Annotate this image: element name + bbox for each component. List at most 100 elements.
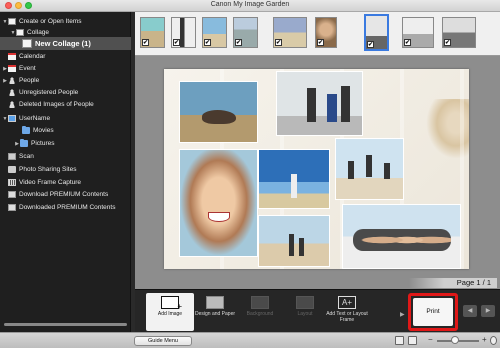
film-icon: [8, 179, 16, 186]
thumbnail[interactable]: ✔: [442, 17, 476, 48]
unregistered-people-icon: [8, 89, 16, 96]
window-title: Canon My Image Garden: [210, 1, 290, 8]
print-button[interactable]: Print: [413, 298, 453, 326]
photo-frame-seal[interactable]: [179, 81, 258, 143]
add-image-button[interactable]: + Add Image: [146, 293, 194, 331]
next-page-button[interactable]: ▶: [481, 305, 495, 317]
add-text-or-layout-frame-button[interactable]: A+ Add Text or Layout Frame: [322, 293, 372, 331]
smile-shape: [208, 212, 230, 222]
app-window: Canon My Image Garden ▼ Create or Open I…: [0, 0, 500, 348]
check-icon[interactable]: ✔: [404, 39, 411, 46]
full-screen-icon[interactable]: [408, 336, 417, 345]
add-image-icon: +: [161, 296, 182, 311]
sidebar-item-label: Scan: [19, 153, 34, 160]
editing-canvas: [135, 56, 500, 289]
sidebar-item-people[interactable]: ▶ People: [0, 75, 131, 86]
person-shape: [384, 163, 390, 179]
background-button[interactable]: Background: [236, 293, 284, 331]
sidebar-item-label: Download PREMIUM Contents: [19, 191, 109, 198]
thumbnail[interactable]: ✔: [171, 17, 196, 48]
check-icon[interactable]: ✔: [204, 39, 211, 46]
sidebar-item-video-frame-capture[interactable]: Video Frame Capture: [0, 177, 131, 188]
collage-item-icon: [22, 39, 32, 48]
thumbnail[interactable]: ✔: [140, 17, 165, 48]
print-highlight: Print: [408, 293, 458, 331]
sidebar-item-label: Collage: [27, 29, 50, 36]
photo-frame-child-portrait[interactable]: [179, 149, 258, 257]
sidebar-item-unregistered-people[interactable]: Unregistered People: [0, 87, 131, 98]
check-icon[interactable]: ✔: [142, 39, 149, 46]
sidebar-item-movies[interactable]: Movies: [0, 125, 131, 136]
sidebar-item-download-premium[interactable]: Download PREMIUM Contents: [0, 189, 131, 200]
sidebar-item-label: Movies: [33, 127, 54, 134]
sidebar-item-label: Video Frame Capture: [19, 179, 82, 186]
design-and-paper-label: Design and Paper: [194, 311, 236, 317]
previous-page-button[interactable]: ◀: [463, 305, 477, 317]
design-and-paper-button[interactable]: Design and Paper: [191, 293, 239, 331]
photo-frame-family-walk[interactable]: [276, 71, 363, 136]
folder-icon: [20, 139, 28, 147]
sidebar-item-username[interactable]: ▼ UserName: [0, 113, 131, 124]
person-shape: [366, 155, 372, 177]
person-shape: [299, 238, 304, 256]
check-icon[interactable]: ✔: [275, 39, 282, 46]
sidebar-item-downloaded-premium[interactable]: Downloaded PREMIUM Contents: [0, 202, 131, 213]
check-icon[interactable]: ✔: [317, 39, 324, 46]
check-icon[interactable]: ✔: [173, 39, 180, 46]
sidebar-item-label: Downloaded PREMIUM Contents: [19, 204, 116, 211]
check-icon[interactable]: ✔: [367, 41, 374, 48]
add-image-label: Add Image: [157, 311, 183, 317]
status-bar: Guide Menu − +: [0, 332, 500, 348]
background-label: Background: [246, 311, 274, 317]
thumbnail[interactable]: ✔: [315, 17, 337, 48]
photo-frame-beach-tower[interactable]: [258, 149, 330, 209]
thumbnail-selected[interactable]: ✔: [364, 14, 389, 51]
folder-icon: [22, 126, 30, 134]
tower-shape: [291, 174, 297, 198]
deleted-people-icon: [8, 101, 16, 108]
scan-icon: [8, 153, 16, 160]
zoom-in-icon[interactable]: +: [482, 335, 487, 344]
person-shape: [307, 88, 316, 122]
sidebar-item-deleted-people[interactable]: Deleted Images of People: [0, 99, 131, 110]
sidebar-item-event[interactable]: ▶ Event: [0, 63, 131, 74]
zoom-out-icon[interactable]: −: [428, 335, 433, 344]
check-icon[interactable]: ✔: [235, 39, 242, 46]
photo-frame-beach-walk[interactable]: [258, 215, 330, 267]
thumbnail[interactable]: ✔: [273, 17, 307, 48]
photo-frame-family-lying[interactable]: [342, 204, 461, 269]
sidebar-item-new-collage[interactable]: New Collage (1): [0, 37, 131, 50]
add-text-icon: A+: [338, 296, 356, 309]
thumbnail[interactable]: ✔: [233, 17, 258, 48]
downloaded-icon: [8, 204, 16, 211]
sidebar-item-label: Create or Open Items: [19, 18, 82, 25]
sidebar-item-label: Pictures: [31, 140, 55, 147]
doc-icon: [8, 18, 16, 25]
sidebar-item-photo-sharing[interactable]: Photo Sharing Sites: [0, 164, 131, 175]
fit-zoom-icon[interactable]: [490, 336, 497, 345]
sidebar-item-label: Photo Sharing Sites: [19, 166, 77, 173]
thumbnail[interactable]: ✔: [202, 17, 227, 48]
sidebar-item-pictures[interactable]: ▶ Pictures: [0, 138, 131, 149]
computer-icon: [8, 115, 16, 122]
sidebar: ▼ Create or Open Items ▼ Collage New Col…: [0, 12, 131, 332]
zoom-slider-knob[interactable]: [451, 336, 459, 344]
seal-shape: [202, 110, 236, 124]
child-shape: [327, 94, 337, 122]
page-indicator: Page 1 / 1: [281, 278, 497, 288]
sidebar-scrollbar[interactable]: [4, 323, 127, 326]
calendar-icon: [8, 53, 16, 60]
photo-frame-family-jump[interactable]: [335, 138, 404, 200]
sidebar-item-calendar[interactable]: Calendar: [0, 51, 131, 62]
sidebar-item-label: UserName: [19, 115, 51, 122]
view-mode-icon[interactable]: [395, 336, 404, 345]
title-bar: Canon My Image Garden: [0, 0, 500, 12]
sidebar-item-scan[interactable]: Scan: [0, 151, 131, 162]
sidebar-item-create-or-open[interactable]: ▼ Create or Open Items: [0, 16, 131, 27]
guide-menu-button[interactable]: Guide Menu: [134, 336, 192, 346]
thumbnail[interactable]: ✔: [402, 17, 434, 48]
collage-page[interactable]: [164, 69, 469, 269]
toolbar-scroll-arrow-icon[interactable]: ▶: [400, 311, 405, 318]
person-shape: [289, 234, 294, 256]
check-icon[interactable]: ✔: [444, 39, 451, 46]
